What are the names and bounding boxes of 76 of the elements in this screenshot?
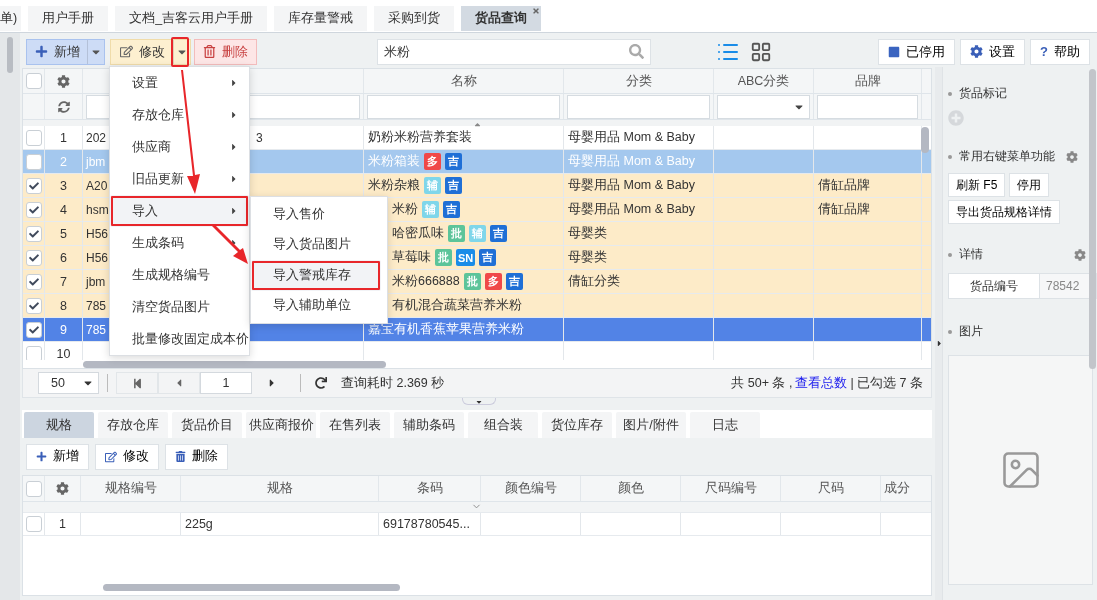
field-label: 货品编号 (948, 273, 1040, 299)
section-title: 常用右键菜单功能 (959, 148, 1055, 165)
table-cell: 母婴类 (568, 249, 607, 266)
tag: SN (456, 249, 476, 266)
table-cell: 倩缸品牌 (818, 201, 870, 218)
column-header: 颜色编号 (481, 476, 581, 501)
column-header: ABC分类 (714, 69, 814, 93)
tag: 批 (463, 273, 481, 290)
tag: 吉 (445, 177, 462, 194)
row-number: 9 (60, 322, 67, 337)
tag: 批 (448, 225, 465, 242)
table-cell: jbm (86, 274, 106, 289)
query-time: 查询耗时 2.369 秒 (341, 374, 445, 392)
section-title: 图片 (959, 323, 983, 340)
table-cell: 米粉杂粮 (368, 177, 420, 194)
row-number: 1 (60, 130, 67, 145)
column-header: 规格编号 (81, 476, 181, 501)
tag: 批 (435, 249, 452, 266)
table-cell: 草莓味 (392, 249, 431, 266)
column-header: 尺码编号 (681, 476, 781, 501)
table-cell: 米粉666888 (392, 273, 460, 290)
table-cell: 785 (86, 322, 107, 337)
row-number: 2 (60, 154, 67, 169)
row-number: 3 (60, 178, 67, 193)
column-header: 名称 (364, 69, 564, 93)
table-cell: hsm (86, 202, 109, 217)
table-cell: 69178780545... (383, 517, 470, 531)
row-number: 6 (60, 250, 67, 265)
tag: 辅 (422, 201, 439, 218)
table-cell: 785 (86, 298, 107, 313)
row-number: 10 (56, 346, 71, 360)
table-cell: jbm (86, 154, 106, 169)
column-header: 品牌 (814, 69, 922, 93)
table-cell: H56 (86, 250, 108, 265)
table-cell: H56 (86, 226, 108, 241)
table-cell: 奶粉米粉营养套装 (368, 129, 472, 146)
section-title: 货品标记 (959, 85, 1007, 102)
tag: 多 (424, 153, 441, 170)
row-number: 7 (60, 274, 67, 289)
section-title: 详情 (959, 246, 983, 263)
tag: 多 (484, 273, 502, 290)
tag: 吉 (505, 273, 523, 290)
column-header: 尺码 (781, 476, 881, 501)
table-cell: 米粉 (392, 201, 418, 218)
row-number: 1 (59, 517, 66, 531)
column-header: 条码 (379, 476, 481, 501)
table-cell: 倩缸分类 (568, 273, 620, 290)
selected-count: | 已勾选 7 条 (850, 374, 923, 392)
tag: 吉 (445, 153, 462, 170)
table-cell: 母婴类 (568, 225, 607, 242)
column-header: 成分 (881, 476, 931, 501)
tag: 吉 (443, 201, 460, 218)
column-header: 规格 (181, 476, 379, 501)
table-cell: 有机混合蔬菜营养米粉 (392, 297, 522, 314)
tag: 吉 (479, 249, 497, 266)
table-cell: 225g (185, 517, 213, 531)
column-header: 颜色 (581, 476, 681, 501)
table-cell: 母婴用品 Mom & Baby (568, 129, 696, 146)
column-header: 分类 (564, 69, 714, 93)
table-cell: 母婴用品 Mom & Baby (568, 177, 696, 194)
table-cell: 哈密瓜味 (392, 225, 444, 242)
help-icon: ? (1040, 44, 1048, 59)
table-cell: 母婴用品 Mom & Baby (568, 153, 696, 170)
row-number: 8 (60, 298, 67, 313)
tag: 辅 (469, 225, 486, 242)
total-count: 共 50+ 条 , (731, 374, 793, 392)
row-number: 4 (60, 202, 67, 217)
tag: 辅 (424, 177, 441, 194)
table-cell: 米粉箱装 (368, 153, 420, 170)
table-cell: 3 (256, 130, 263, 145)
table-cell: 倩缸品牌 (818, 177, 870, 194)
table-cell: A20 (86, 178, 108, 193)
row-number: 5 (60, 226, 67, 241)
table-cell: 202 (86, 130, 107, 145)
table-cell: 母婴用品 Mom & Baby (568, 201, 696, 218)
tag: 吉 (490, 225, 507, 242)
